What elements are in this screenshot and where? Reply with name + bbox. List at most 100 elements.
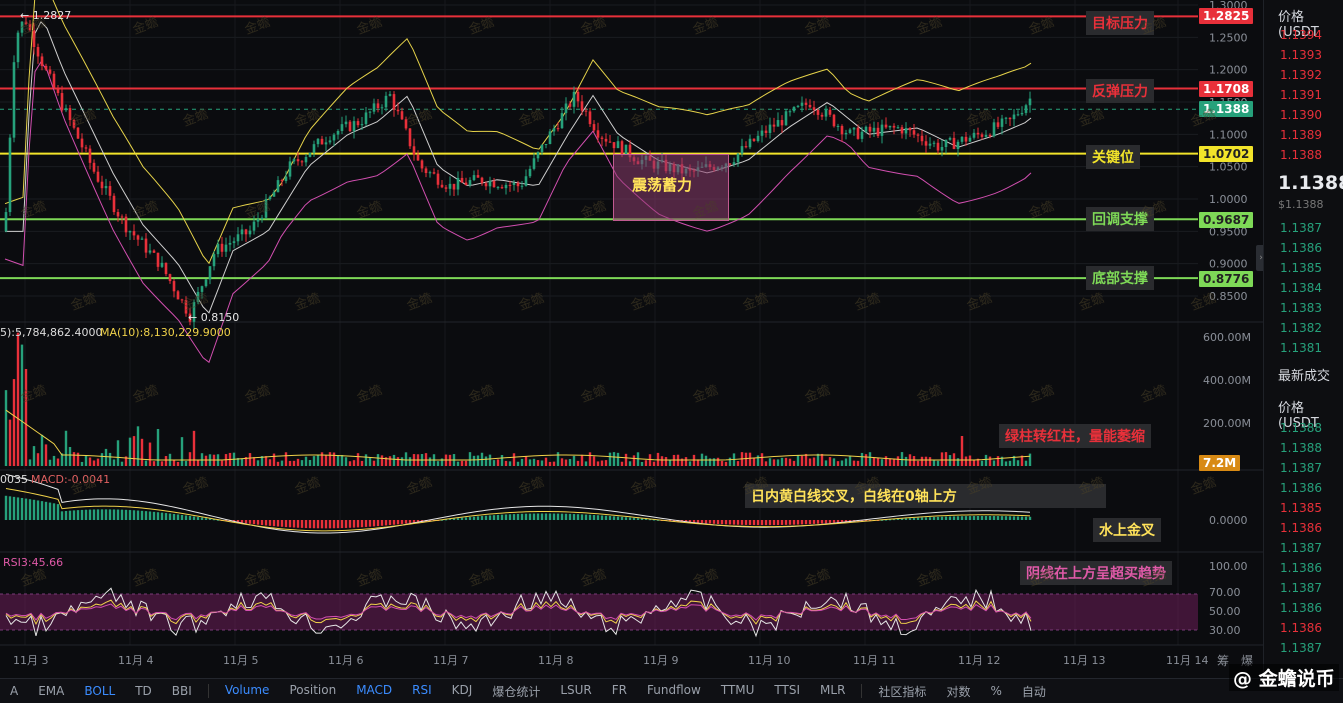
volume-bar <box>864 454 868 466</box>
indicator-tab-fr[interactable]: FR <box>602 683 637 700</box>
volume-bar <box>924 456 928 466</box>
volume-tag: 7.2M <box>1199 455 1241 471</box>
indicator-tab-rsi[interactable]: RSI <box>402 683 442 700</box>
volume-bar <box>180 437 184 466</box>
chart-area[interactable]: 1.30001.25001.20001.15001.10001.05001.00… <box>0 0 1263 678</box>
candle-body <box>472 175 476 181</box>
volume-bar <box>592 456 596 466</box>
volume-bar <box>492 460 496 466</box>
volume-bar <box>860 452 864 466</box>
indicator-tab-ema[interactable]: EMA <box>28 684 74 698</box>
candle-body <box>536 152 540 159</box>
log-scale-toggle[interactable]: 对数 <box>936 683 980 700</box>
volume-bar <box>844 458 848 466</box>
macd-histogram-bar <box>720 520 724 525</box>
candle-body <box>584 110 588 112</box>
volume-bar <box>252 457 256 466</box>
volume-bar <box>280 460 284 466</box>
volume-bar <box>988 456 992 466</box>
macd-histogram-bar <box>320 520 324 529</box>
indicator-tab-ttsi[interactable]: TTSI <box>764 683 810 700</box>
volume-bar <box>376 454 380 466</box>
percent-toggle[interactable]: % <box>980 684 1011 698</box>
volume-bar <box>140 438 144 466</box>
brand-label: @ 金蟾说币 <box>1229 664 1339 691</box>
indicator-tab-boll[interactable]: BOLL <box>74 684 125 698</box>
time-axis-label: 11月 11 <box>853 654 896 667</box>
macd-histogram-bar <box>60 511 64 520</box>
macd-histogram-bar <box>288 520 292 528</box>
indicator-tab-macd[interactable]: MACD <box>346 683 402 700</box>
rsi-axis-label: 50.00 <box>1209 605 1241 618</box>
macd-histogram-bar <box>116 509 120 520</box>
macd-histogram-bar <box>904 518 908 520</box>
indicator-tab-ttmu[interactable]: TTMU <box>711 683 765 700</box>
macd-histogram-bar <box>312 520 316 529</box>
rebound-price-tag: 1.1708 <box>1199 81 1254 97</box>
macd-histogram-bar <box>352 520 356 528</box>
macd-histogram-bar <box>332 520 336 529</box>
candle-body <box>600 137 604 139</box>
candle-body <box>256 219 260 222</box>
macd-histogram-bar <box>640 518 644 520</box>
indicator-tab-fundflow[interactable]: Fundflow <box>637 683 711 700</box>
macd-histogram-bar <box>488 515 492 520</box>
indicator-tab-bbi[interactable]: BBI <box>162 684 202 698</box>
volume-bar <box>460 460 464 466</box>
indicator-tab-a[interactable]: A <box>0 684 28 698</box>
volume-bar <box>40 434 44 466</box>
indicator-tab-td[interactable]: TD <box>125 684 162 698</box>
macd-histogram-bar <box>200 517 204 520</box>
price-row: 1.1385 <box>1280 501 1322 515</box>
indicator-tab-volume[interactable]: Volume <box>215 683 280 700</box>
volume-bar <box>284 452 288 466</box>
volume-bar <box>536 460 540 466</box>
auto-scale-toggle[interactable]: 自动 <box>1012 683 1056 700</box>
candle-body <box>272 192 276 197</box>
volume-bar <box>356 453 360 466</box>
macd-histogram-bar <box>996 516 1000 520</box>
candle-body <box>312 144 316 153</box>
indicator-tab-爆仓统计[interactable]: 爆仓统计 <box>482 683 550 700</box>
time-axis-label: 11月 5 <box>223 654 259 667</box>
candle-body <box>368 111 372 113</box>
candle-body <box>280 180 284 182</box>
indicator-tab-kdj[interactable]: KDJ <box>442 683 483 700</box>
candle-body <box>16 32 20 63</box>
macd-histogram-bar <box>176 514 180 520</box>
volume-bar <box>48 459 52 466</box>
candle-body <box>996 122 1000 127</box>
candle-body <box>928 143 932 146</box>
candle-body <box>76 127 80 139</box>
candle-body <box>244 229 248 235</box>
candle-body <box>80 138 84 148</box>
candle-body <box>396 109 400 112</box>
volume-bar <box>532 458 536 466</box>
macd-histogram-bar <box>304 520 308 529</box>
candle-body <box>308 152 312 157</box>
candle-body <box>408 128 412 147</box>
volume-bar <box>972 460 976 466</box>
volume-bar <box>648 454 652 466</box>
macd-histogram-bar <box>496 514 500 520</box>
community-indicators-button[interactable]: 社区指标 <box>868 683 936 700</box>
candle-body <box>344 121 348 125</box>
volume-bar <box>520 458 524 466</box>
macd-histogram-bar <box>480 516 484 520</box>
candle-body <box>784 111 788 126</box>
rebound-resistance-label: 反弹压力 <box>1086 79 1154 103</box>
macd-histogram-bar <box>532 513 536 520</box>
volume-bar <box>928 457 932 466</box>
candle-body <box>988 134 992 137</box>
volume-bar <box>360 460 364 466</box>
indicator-tab-mlr[interactable]: MLR <box>810 683 855 700</box>
trades-title[interactable]: 最新成交 <box>1278 365 1330 384</box>
macd-histogram-bar <box>512 514 516 520</box>
volume-bar <box>472 455 476 466</box>
indicator-tab-position[interactable]: Position <box>279 683 346 700</box>
side-label-chips[interactable]: 筹 <box>1217 652 1229 669</box>
indicator-tab-lsur[interactable]: LSUR <box>550 683 601 700</box>
volume-bar <box>848 456 852 466</box>
candle-body <box>796 105 800 107</box>
volume-bar <box>80 461 84 466</box>
